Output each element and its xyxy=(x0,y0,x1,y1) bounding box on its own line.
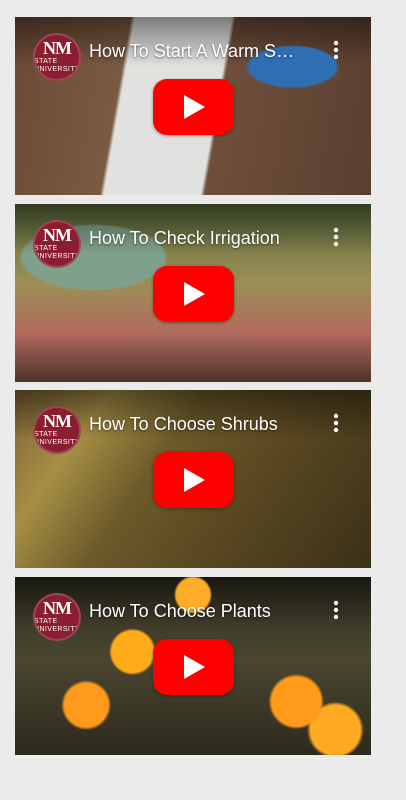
video-card[interactable]: NM STATE UNIVERSITY How To Check Irrigat… xyxy=(15,204,371,382)
video-title[interactable]: How To Choose Shrubs xyxy=(89,412,301,436)
channel-logo[interactable]: NM STATE UNIVERSITY xyxy=(33,220,81,268)
video-title[interactable]: How To Start A Warm Season Garden xyxy=(89,39,301,63)
play-icon xyxy=(183,655,205,679)
logo-subtext: STATE UNIVERSITY xyxy=(34,618,81,633)
play-button[interactable] xyxy=(153,79,234,135)
video-card[interactable]: NM STATE UNIVERSITY How To Choose Plants xyxy=(15,577,371,755)
video-list: NM STATE UNIVERSITY How To Start A Warm … xyxy=(0,0,406,800)
play-button[interactable] xyxy=(153,639,234,695)
more-vert-icon[interactable] xyxy=(329,40,343,60)
channel-logo[interactable]: NM STATE UNIVERSITY xyxy=(33,406,81,454)
video-card[interactable]: NM STATE UNIVERSITY How To Start A Warm … xyxy=(15,17,371,195)
play-icon xyxy=(183,468,205,492)
video-card[interactable]: NM STATE UNIVERSITY How To Choose Shrubs xyxy=(15,390,371,568)
logo-subtext: STATE UNIVERSITY xyxy=(34,431,81,446)
video-title[interactable]: How To Choose Plants xyxy=(89,599,301,623)
logo-text: NM xyxy=(43,598,72,618)
video-title[interactable]: How To Check Irrigation xyxy=(89,226,301,250)
logo-text: NM xyxy=(43,38,72,58)
more-vert-icon[interactable] xyxy=(329,600,343,620)
play-icon xyxy=(183,282,205,306)
logo-text: NM xyxy=(43,225,72,245)
play-icon xyxy=(183,95,205,119)
logo-text: NM xyxy=(43,411,72,431)
logo-subtext: STATE UNIVERSITY xyxy=(34,58,81,73)
more-vert-icon[interactable] xyxy=(329,227,343,247)
logo-subtext: STATE UNIVERSITY xyxy=(34,245,81,260)
more-vert-icon[interactable] xyxy=(329,413,343,433)
play-button[interactable] xyxy=(153,266,234,322)
channel-logo[interactable]: NM STATE UNIVERSITY xyxy=(33,33,81,81)
play-button[interactable] xyxy=(153,452,234,508)
channel-logo[interactable]: NM STATE UNIVERSITY xyxy=(33,593,81,641)
